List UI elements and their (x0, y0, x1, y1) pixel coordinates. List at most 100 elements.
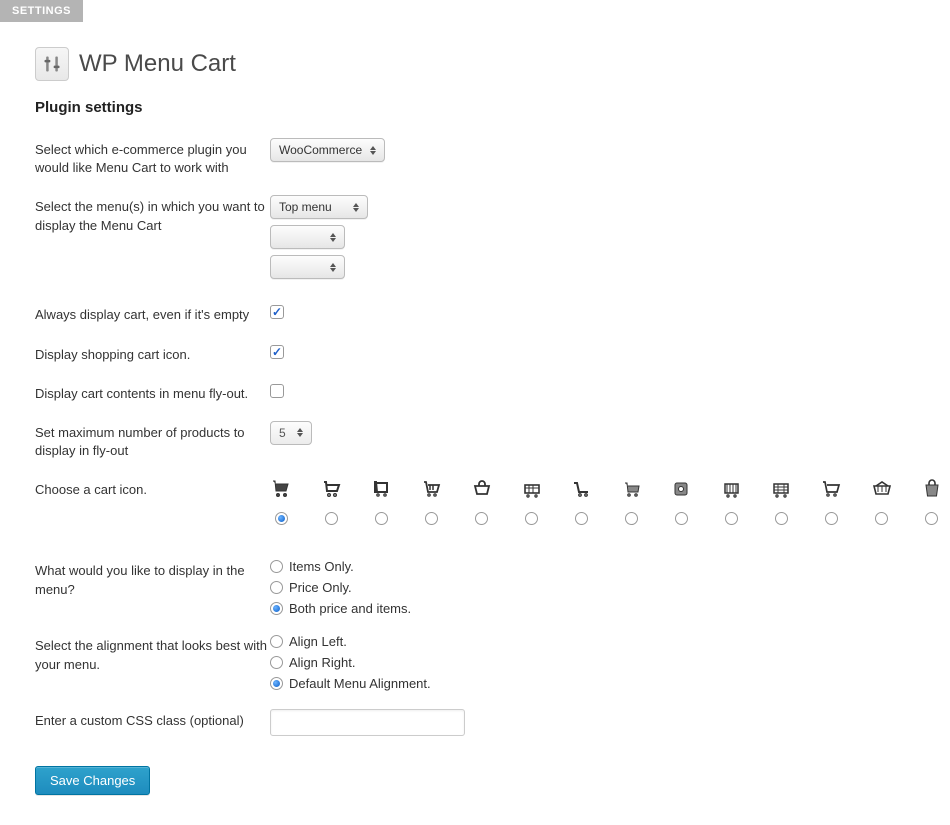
cart-icon-option-11[interactable] (820, 478, 842, 525)
alignment-radios: Align Left. Align Right. Default Menu Alig… (270, 634, 920, 691)
cart-icon (870, 478, 892, 498)
alignment-radio[interactable] (270, 677, 283, 690)
stepper-icon (297, 427, 305, 439)
cart-icon-radio[interactable] (425, 512, 438, 525)
section-title: Plugin settings (35, 99, 920, 116)
alignment-radio[interactable] (270, 635, 283, 648)
display-what-label: Price Only. (289, 580, 352, 595)
cart-icon (620, 478, 642, 498)
alignment-option-1[interactable]: Align Right. (270, 655, 920, 670)
cart-icon-option-13[interactable] (920, 478, 942, 525)
cart-icon-option-3[interactable] (420, 478, 442, 525)
label-flyout: Display cart contents in menu fly-out. (35, 382, 270, 403)
label-always-display: Always display cart, even if it's empty (35, 303, 270, 324)
plugin-select-value: WooCommerce (279, 143, 362, 157)
cart-icon (420, 478, 442, 498)
row-display-icon: Display shopping cart icon. (35, 343, 920, 364)
checkbox-flyout[interactable] (270, 384, 284, 398)
icon-grid (270, 478, 942, 525)
cart-icon-radio[interactable] (475, 512, 488, 525)
display-what-radios: Items Only. Price Only. Both price and ite… (270, 559, 920, 616)
alignment-option-2[interactable]: Default Menu Alignment. (270, 676, 920, 691)
sliders-icon (42, 54, 62, 74)
page-title: WP Menu Cart (79, 50, 236, 78)
label-display-what: What would you like to display in the me… (35, 559, 270, 598)
row-always-display: Always display cart, even if it's empty (35, 303, 920, 324)
cart-icon-radio[interactable] (525, 512, 538, 525)
cart-icon (270, 478, 292, 498)
row-alignment: Select the alignment that looks best wit… (35, 634, 920, 691)
cart-icon-radio[interactable] (925, 512, 938, 525)
row-css-class: Enter a custom CSS class (optional) (35, 709, 920, 736)
max-products-value: 5 (279, 426, 286, 440)
cart-icon (520, 478, 542, 498)
cart-icon-option-0[interactable] (270, 478, 292, 525)
display-what-radio[interactable] (270, 602, 283, 615)
cart-icon-option-2[interactable] (370, 478, 392, 525)
cart-icon-radio[interactable] (675, 512, 688, 525)
cart-icon-radio[interactable] (625, 512, 638, 525)
cart-icon-radio[interactable] (725, 512, 738, 525)
display-what-option-0[interactable]: Items Only. (270, 559, 920, 574)
cart-icon-option-9[interactable] (720, 478, 742, 525)
cart-icon-radio[interactable] (875, 512, 888, 525)
cart-icon-radio[interactable] (575, 512, 588, 525)
display-what-radio[interactable] (270, 560, 283, 573)
label-choose-icon: Choose a cart icon. (35, 478, 270, 499)
menu-select-3[interactable] (270, 255, 345, 279)
save-button[interactable]: Save Changes (35, 766, 150, 795)
row-display-what: What would you like to display in the me… (35, 559, 920, 616)
cart-icon-option-10[interactable] (770, 478, 792, 525)
row-plugin-select: Select which e-commerce plugin you would… (35, 138, 920, 177)
cart-icon-radio[interactable] (775, 512, 788, 525)
chevrons-icon (330, 261, 338, 273)
label-css-class: Enter a custom CSS class (optional) (35, 709, 270, 730)
css-class-input[interactable] (270, 709, 465, 736)
row-menu-select: Select the menu(s) in which you want to … (35, 195, 920, 285)
cart-icon-option-8[interactable] (670, 478, 692, 525)
cart-icon-option-1[interactable] (320, 478, 342, 525)
label-max-products: Set maximum number of products to displa… (35, 421, 270, 460)
chevrons-icon (330, 231, 338, 243)
display-what-radio[interactable] (270, 581, 283, 594)
checkbox-always-display[interactable] (270, 305, 284, 319)
cart-icon-option-4[interactable] (470, 478, 492, 525)
cart-icon-radio[interactable] (825, 512, 838, 525)
cart-icon (470, 478, 492, 498)
cart-icon (820, 478, 842, 498)
menu-select-1[interactable]: Top menu (270, 195, 368, 219)
alignment-label: Default Menu Alignment. (289, 676, 431, 691)
cart-icon (370, 478, 392, 498)
alignment-radio[interactable] (270, 656, 283, 669)
label-menu-select: Select the menu(s) in which you want to … (35, 195, 270, 234)
label-display-icon: Display shopping cart icon. (35, 343, 270, 364)
display-what-option-1[interactable]: Price Only. (270, 580, 920, 595)
menu-select-2[interactable] (270, 225, 345, 249)
plugin-icon (35, 47, 69, 81)
cart-icon-option-7[interactable] (620, 478, 642, 525)
cart-icon-radio[interactable] (275, 512, 288, 525)
title-row: WP Menu Cart (35, 47, 920, 81)
display-what-label: Items Only. (289, 559, 354, 574)
cart-icon-option-12[interactable] (870, 478, 892, 525)
cart-icon-option-6[interactable] (570, 478, 592, 525)
row-choose-icon: Choose a cart icon. (35, 478, 920, 525)
cart-icon (920, 478, 942, 498)
max-products-input[interactable]: 5 (270, 421, 312, 445)
tab-bar: SETTINGS (0, 0, 950, 22)
display-what-label: Both price and items. (289, 601, 411, 616)
label-alignment: Select the alignment that looks best wit… (35, 634, 270, 673)
cart-icon-radio[interactable] (325, 512, 338, 525)
plugin-select[interactable]: WooCommerce (270, 138, 385, 162)
alignment-option-0[interactable]: Align Left. (270, 634, 920, 649)
cart-icon (320, 478, 342, 498)
row-flyout: Display cart contents in menu fly-out. (35, 382, 920, 403)
cart-icon (770, 478, 792, 498)
tab-settings[interactable]: SETTINGS (0, 0, 83, 22)
cart-icon-option-5[interactable] (520, 478, 542, 525)
display-what-option-2[interactable]: Both price and items. (270, 601, 920, 616)
checkbox-display-icon[interactable] (270, 345, 284, 359)
chevrons-icon (370, 144, 378, 156)
chevrons-icon (353, 201, 361, 213)
cart-icon-radio[interactable] (375, 512, 388, 525)
